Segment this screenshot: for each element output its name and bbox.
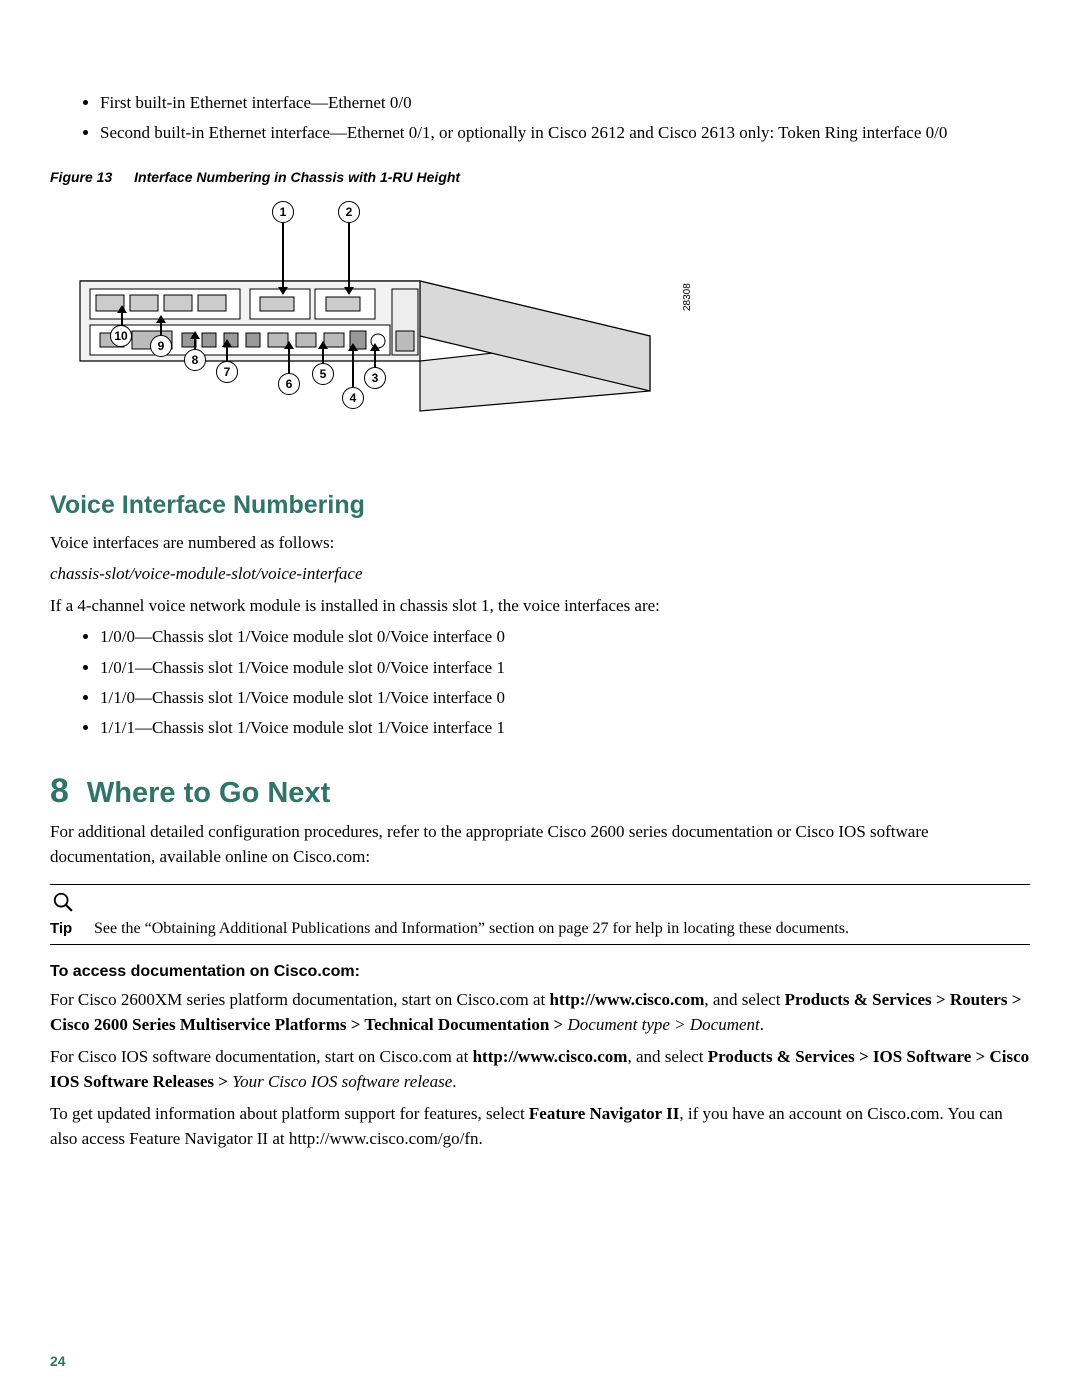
nav-variable: Your Cisco IOS software release: [232, 1072, 452, 1091]
figure-title: Interface Numbering in Chassis with 1-RU…: [134, 169, 460, 185]
figure-number: Figure 13: [50, 169, 112, 185]
arrowhead-icon: [370, 343, 380, 351]
callout-pointer: [121, 311, 123, 325]
list-item: Second built-in Ethernet interface—Ether…: [100, 120, 1030, 146]
tip-block: Tip See the “Obtaining Additional Public…: [50, 884, 1030, 945]
callout-pointer: [348, 223, 350, 289]
section-title: Where to Go Next: [87, 777, 330, 809]
callout-6: 6: [278, 373, 300, 395]
feature-nav: Feature Navigator II: [529, 1104, 679, 1123]
figure-id-label: 28308: [682, 283, 693, 311]
voice-format: chassis-slot/voice-module-slot/voice-int…: [50, 561, 1030, 587]
callout-pointer: [282, 223, 284, 289]
callout-pointer: [322, 347, 324, 363]
where-next-heading: 8 Where to Go Next: [50, 772, 1030, 811]
callout-1: 1: [272, 201, 294, 223]
callout-8: 8: [184, 349, 206, 371]
figure-caption: Figure 13 Interface Numbering in Chassis…: [50, 169, 1030, 185]
magnifier-icon: [52, 891, 74, 913]
access-para-1: For Cisco 2600XM series platform documen…: [50, 987, 1030, 1038]
callout-4: 4: [342, 387, 364, 409]
text: .: [760, 1015, 764, 1034]
callout-pointer: [288, 347, 290, 373]
voice-condition: If a 4-channel voice network module is i…: [50, 593, 1030, 619]
voice-heading: Voice Interface Numbering: [50, 491, 1030, 520]
list-item: 1/1/1—Chassis slot 1/Voice module slot 1…: [100, 715, 1030, 741]
access-heading: To access documentation on Cisco.com:: [50, 963, 1030, 981]
callout-5: 5: [312, 363, 334, 385]
arrowhead-icon: [344, 287, 354, 295]
where-next-intro: For additional detailed configuration pr…: [50, 819, 1030, 870]
chassis-illustration: [60, 251, 680, 421]
section-number: 8: [50, 772, 69, 810]
callout-pointer: [352, 349, 354, 387]
nav-variable: Document type > Document: [568, 1015, 760, 1034]
list-item: 1/1/0—Chassis slot 1/Voice module slot 1…: [100, 685, 1030, 711]
callout-pointer: [374, 349, 376, 367]
arrowhead-icon: [117, 305, 127, 313]
text: .: [452, 1072, 456, 1091]
tip-label: Tip: [50, 920, 80, 937]
list-item: 1/0/1—Chassis slot 1/Voice module slot 0…: [100, 655, 1030, 681]
text: , and select: [704, 990, 784, 1009]
arrowhead-icon: [318, 341, 328, 349]
text: , and select: [627, 1047, 707, 1066]
arrowhead-icon: [278, 287, 288, 295]
arrowhead-icon: [222, 339, 232, 347]
page-number: 24: [50, 1353, 66, 1369]
text: To get updated information about platfor…: [50, 1104, 529, 1123]
figure-diagram: 28308 1 2 3 4 5 6 7 8 9 10: [50, 191, 690, 451]
list-item: First built-in Ethernet interface—Ethern…: [100, 90, 1030, 116]
voice-list: 1/0/0—Chassis slot 1/Voice module slot 0…: [50, 624, 1030, 741]
arrowhead-icon: [190, 331, 200, 339]
text: For Cisco 2600XM series platform documen…: [50, 990, 550, 1009]
arrowhead-icon: [156, 315, 166, 323]
arrowhead-icon: [284, 341, 294, 349]
url-text: http://www.cisco.com: [550, 990, 705, 1009]
callout-7: 7: [216, 361, 238, 383]
url-text: http://www.cisco.com: [473, 1047, 628, 1066]
list-item: 1/0/0—Chassis slot 1/Voice module slot 0…: [100, 624, 1030, 650]
tip-text: See the “Obtaining Additional Publicatio…: [94, 920, 1030, 938]
access-para-2: For Cisco IOS software documentation, st…: [50, 1044, 1030, 1095]
voice-intro: Voice interfaces are numbered as follows…: [50, 530, 1030, 556]
arrowhead-icon: [348, 343, 358, 351]
callout-10: 10: [110, 325, 132, 347]
page: First built-in Ethernet interface—Ethern…: [0, 0, 1080, 1397]
callout-9: 9: [150, 335, 172, 357]
callout-2: 2: [338, 201, 360, 223]
access-para-3: To get updated information about platfor…: [50, 1101, 1030, 1152]
text: For Cisco IOS software documentation, st…: [50, 1047, 473, 1066]
top-bullet-list: First built-in Ethernet interface—Ethern…: [50, 90, 1030, 147]
callout-pointer: [226, 345, 228, 361]
callout-3: 3: [364, 367, 386, 389]
callout-pointer: [160, 321, 162, 335]
